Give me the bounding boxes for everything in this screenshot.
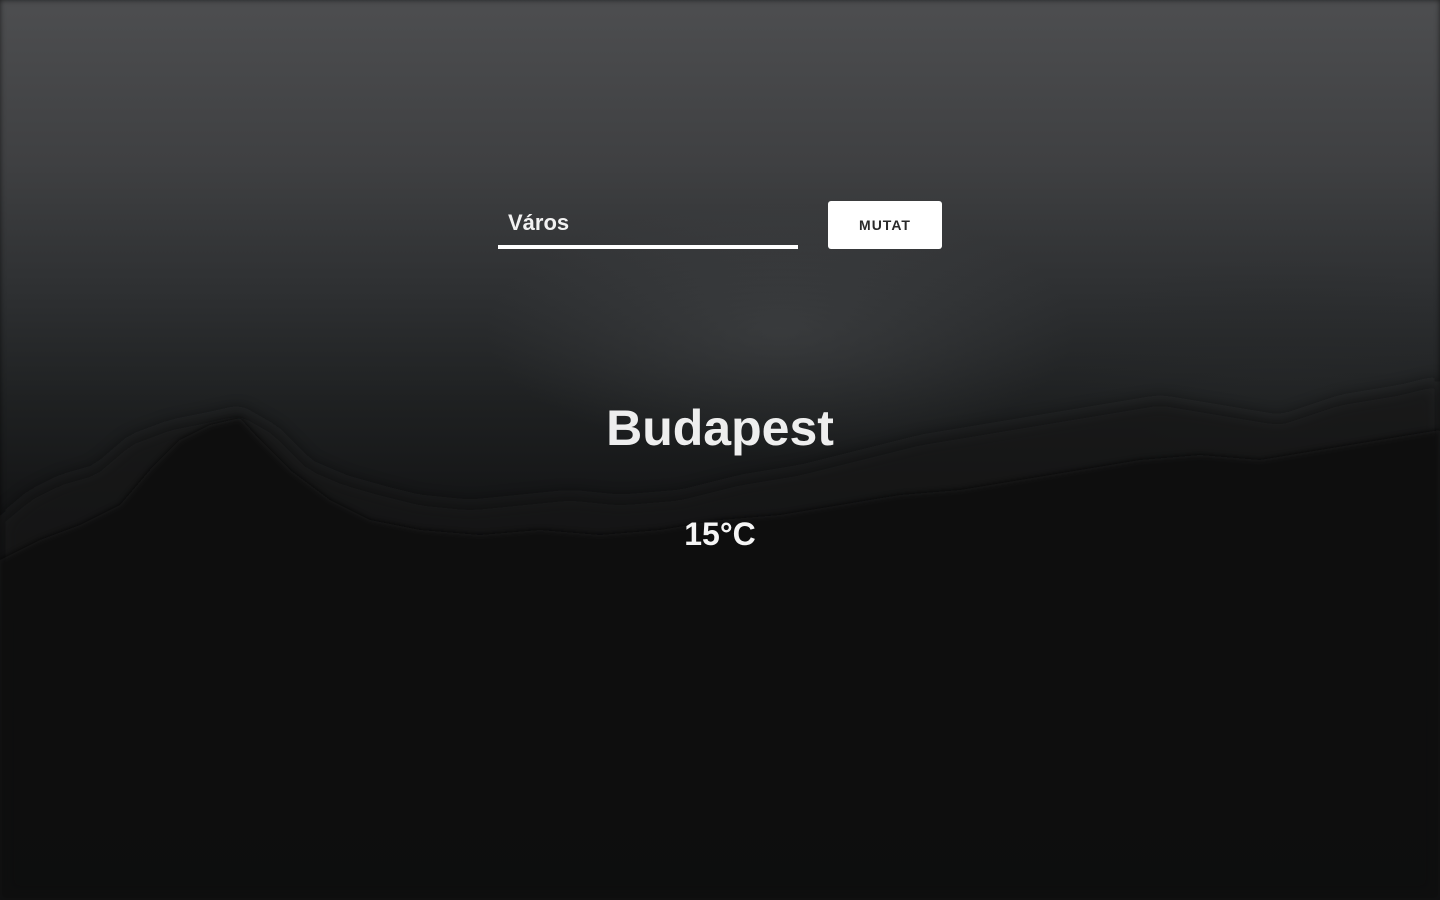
weather-app: MUTAT Budapest 15°C xyxy=(0,0,1440,900)
search-row: MUTAT xyxy=(498,201,942,253)
city-input[interactable] xyxy=(498,201,798,249)
temperature-value: 15°C xyxy=(684,516,756,552)
show-button[interactable]: MUTAT xyxy=(828,201,942,249)
city-name: Budapest xyxy=(606,400,834,456)
